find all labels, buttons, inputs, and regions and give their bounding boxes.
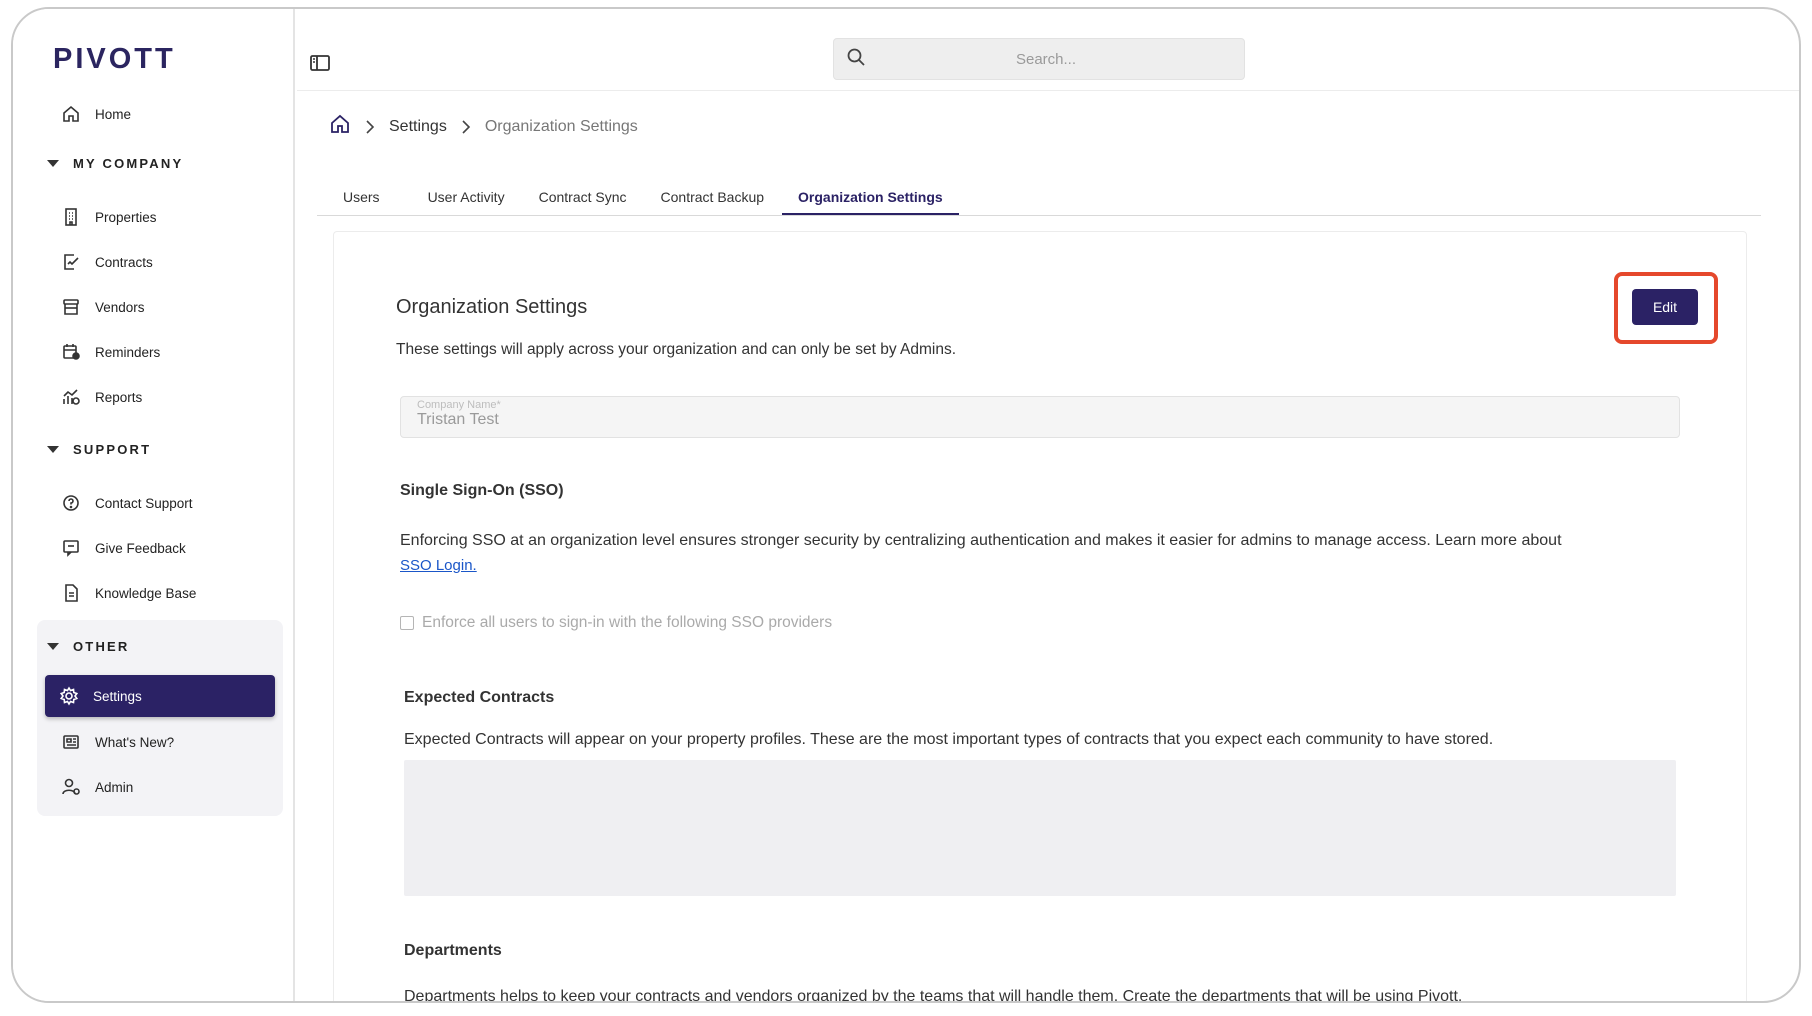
tab-contract-backup[interactable]: Contract Backup xyxy=(645,175,781,215)
tab-contract-sync[interactable]: Contract Sync xyxy=(523,175,643,215)
sidebar-item-settings[interactable]: Settings xyxy=(45,675,275,717)
tab-user-activity[interactable]: User Activity xyxy=(412,175,521,215)
sidebar-item-label: Reminders xyxy=(95,344,161,360)
card-title: Organization Settings xyxy=(396,296,588,318)
gear-icon xyxy=(59,686,79,706)
store-icon xyxy=(61,297,81,317)
sso-enforce-row: Enforce all users to sign-in with the fo… xyxy=(400,614,832,632)
section-my-company[interactable]: MY COMPANY xyxy=(47,151,183,175)
search-input[interactable] xyxy=(876,50,1216,68)
sidebar-item-reminders[interactable]: Reminders xyxy=(47,331,277,373)
expected-contracts-description: Expected Contracts will appear on your p… xyxy=(404,731,1494,748)
company-name-label: Company Name* xyxy=(417,399,501,411)
app-window: PIVOTT Home MY COMPANY Properties Contra… xyxy=(11,7,1801,1003)
caret-down-icon xyxy=(47,642,59,650)
sidebar-item-vendors[interactable]: Vendors xyxy=(47,286,277,328)
sso-title: Single Sign-On (SSO) xyxy=(400,482,564,499)
building-icon xyxy=(61,207,81,227)
sidebar-item-properties[interactable]: Properties xyxy=(47,196,277,238)
sidebar-item-give-feedback[interactable]: Give Feedback xyxy=(47,527,277,569)
tab-organization-settings[interactable]: Organization Settings xyxy=(782,175,959,215)
home-icon xyxy=(61,104,81,124)
departments-description: Departments helps to keep your contracts… xyxy=(404,988,1463,1003)
breadcrumb-current: Organization Settings xyxy=(484,117,638,135)
sidebar-item-label: Settings xyxy=(93,688,142,704)
sidebar-item-label: Reports xyxy=(95,389,143,405)
sidebar-item-knowledge-base[interactable]: Knowledge Base xyxy=(47,572,277,614)
sso-enforce-checkbox[interactable] xyxy=(400,616,414,630)
section-support[interactable]: SUPPORT xyxy=(47,437,151,461)
sidebar-item-label: Contracts xyxy=(95,254,153,270)
calendar-icon xyxy=(61,342,81,362)
sidebar-item-label: Contact Support xyxy=(95,495,193,511)
breadcrumb-home-icon[interactable] xyxy=(329,113,351,140)
tabs-divider xyxy=(317,215,1761,216)
sidebar-item-home[interactable]: Home xyxy=(47,93,277,135)
caret-down-icon xyxy=(47,159,59,167)
company-name-value: Tristan Test xyxy=(417,411,499,428)
sidebar-item-label: Admin xyxy=(95,779,134,795)
sidebar-item-label: Home xyxy=(95,106,132,122)
document-icon xyxy=(61,583,81,603)
sidebar-toggle-icon[interactable] xyxy=(309,53,331,73)
sidebar-item-label: Properties xyxy=(95,209,157,225)
sidebar: PIVOTT Home MY COMPANY Properties Contra… xyxy=(13,9,295,1001)
sidebar-item-admin[interactable]: Admin xyxy=(47,766,277,808)
tab-users[interactable]: Users xyxy=(317,175,410,215)
user-settings-icon xyxy=(61,777,81,797)
sidebar-item-label: What's New? xyxy=(95,734,175,750)
expected-contracts-title: Expected Contracts xyxy=(404,689,555,706)
breadcrumb-settings[interactable]: Settings xyxy=(389,118,447,136)
company-name-field[interactable]: Company Name* Tristan Test xyxy=(400,396,1680,438)
search-bar xyxy=(833,38,1245,80)
breadcrumb: Settings Organization Settings xyxy=(329,113,638,140)
contract-sign-icon xyxy=(61,252,81,272)
search-icon xyxy=(846,47,866,72)
organization-settings-card: Organization Settings These settings wil… xyxy=(333,231,1747,1003)
sidebar-item-label: Knowledge Base xyxy=(95,585,197,601)
sidebar-item-reports[interactable]: Reports xyxy=(47,376,277,418)
chevron-right-icon xyxy=(365,119,375,134)
newspaper-icon xyxy=(61,732,81,752)
help-icon xyxy=(61,493,81,513)
sidebar-item-contact-support[interactable]: Contact Support xyxy=(47,482,277,524)
logo: PIVOTT xyxy=(53,43,176,75)
caret-down-icon xyxy=(47,445,59,453)
tabs: Users User Activity Contract Sync Contra… xyxy=(317,175,961,215)
topbar-divider xyxy=(297,90,1799,91)
chart-icon xyxy=(61,387,81,407)
departments-title: Departments xyxy=(404,942,502,959)
section-other[interactable]: OTHER xyxy=(47,634,130,658)
feedback-icon xyxy=(61,538,81,558)
expected-contracts-list[interactable] xyxy=(404,760,1676,896)
chevron-right-icon xyxy=(461,119,471,134)
sso-login-link[interactable]: SSO Login. xyxy=(400,557,477,574)
sidebar-item-label: Vendors xyxy=(95,299,145,315)
sidebar-item-contracts[interactable]: Contracts xyxy=(47,241,277,283)
sso-enforce-label: Enforce all users to sign-in with the fo… xyxy=(422,614,833,631)
card-description: These settings will apply across your or… xyxy=(396,341,957,358)
edit-button[interactable]: Edit xyxy=(1632,289,1698,325)
sidebar-item-whats-new[interactable]: What's New? xyxy=(47,721,277,763)
sidebar-item-label: Give Feedback xyxy=(95,540,186,556)
sso-description: Enforcing SSO at an organization level e… xyxy=(400,532,1562,574)
